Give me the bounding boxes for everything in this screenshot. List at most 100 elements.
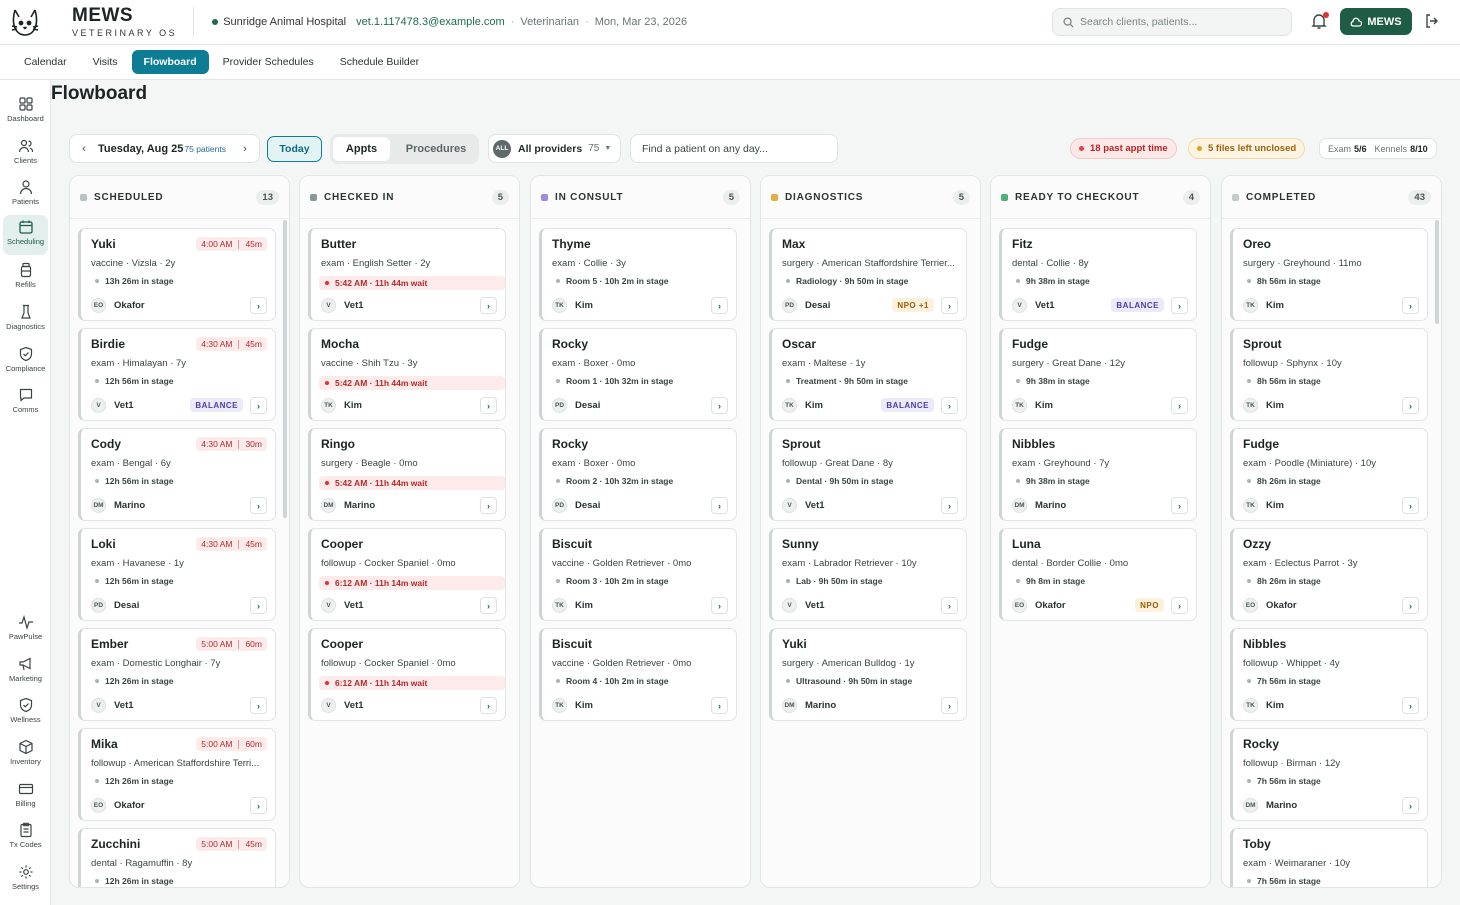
- patient-card[interactable]: Fitz dental · Collie · 8y 9h 38m in stage V…: [999, 228, 1197, 321]
- past-appt-alert[interactable]: 18 past appt time: [1070, 138, 1177, 159]
- open-card-chevron-right-icon[interactable]: ›: [711, 697, 728, 714]
- provider-select[interactable]: ALL All providers 75 ▼: [488, 134, 621, 163]
- open-card-chevron-right-icon[interactable]: ›: [711, 497, 728, 514]
- open-card-chevron-right-icon[interactable]: ›: [1171, 497, 1188, 514]
- patient-card[interactable]: Sunny exam · Labrador Retriever · 10y Lab …: [769, 528, 967, 621]
- patient-card[interactable]: Butter exam · English Setter · 2y 5:42 AM …: [308, 228, 506, 321]
- patient-card[interactable]: Yuki 4:00 AM 45m vaccine · Vizsla · 2y 13h 2…: [78, 228, 276, 321]
- patient-card[interactable]: Zucchini 5:00 AM 45m dental · Ragamuffin · …: [78, 828, 276, 887]
- patient-card[interactable]: Fudge exam · Poodle (Miniature) · 10y 8h 2…: [1230, 428, 1428, 521]
- patient-card[interactable]: Ozzy exam · Eclectus Parrot · 3y 8h 26m in…: [1230, 528, 1428, 621]
- unclosed-files-alert[interactable]: 5 files left unclosed: [1188, 138, 1306, 159]
- sidebar-item-settings[interactable]: Settings: [3, 860, 48, 898]
- open-card-chevron-right-icon[interactable]: ›: [941, 297, 958, 314]
- sidebar-item-clients[interactable]: Clients: [3, 134, 48, 172]
- notifications-bell-icon[interactable]: [1310, 12, 1330, 32]
- tab-visits[interactable]: Visits: [81, 50, 130, 74]
- open-card-chevron-right-icon[interactable]: ›: [250, 497, 267, 514]
- sidebar-item-tx-codes[interactable]: Tx Codes: [3, 818, 48, 856]
- sidebar-item-dashboard[interactable]: Dashboard: [3, 92, 48, 130]
- open-card-chevron-right-icon[interactable]: ›: [941, 597, 958, 614]
- patient-description: surgery · American Bulldog · 1y: [782, 658, 915, 669]
- mews-button[interactable]: MEWS: [1340, 8, 1412, 35]
- open-card-chevron-right-icon[interactable]: ›: [941, 497, 958, 514]
- open-card-chevron-right-icon[interactable]: ›: [1171, 297, 1188, 314]
- open-card-chevron-right-icon[interactable]: ›: [1171, 597, 1188, 614]
- open-card-chevron-right-icon[interactable]: ›: [250, 397, 267, 414]
- logout-icon[interactable]: [1424, 13, 1440, 34]
- patient-card[interactable]: Yuki surgery · American Bulldog · 1y Ultra…: [769, 628, 967, 721]
- sidebar-item-pawpulse[interactable]: PawPulse: [3, 610, 48, 648]
- tab-calendar[interactable]: Calendar: [12, 50, 79, 74]
- open-card-chevron-right-icon[interactable]: ›: [480, 597, 497, 614]
- prev-day-chevron-left-icon[interactable]: ‹: [70, 143, 98, 155]
- patient-card[interactable]: Rocky exam · Boxer · 0mo Room 2 · 10h 32m …: [539, 428, 737, 521]
- tab-schedule-builder[interactable]: Schedule Builder: [328, 50, 431, 74]
- sidebar-item-compliance[interactable]: Compliance: [3, 342, 48, 380]
- patient-card[interactable]: Sprout followup · Great Dane · 8y Dental ·…: [769, 428, 967, 521]
- patient-card[interactable]: Cooper followup · Cocker Spaniel · 0mo 6:1…: [308, 628, 506, 721]
- open-card-chevron-right-icon[interactable]: ›: [250, 797, 267, 814]
- patient-card[interactable]: Sprout followup · Sphynx · 10y 8h 56m in s…: [1230, 328, 1428, 421]
- column-scrollbar[interactable]: [1435, 220, 1439, 324]
- open-card-chevron-right-icon[interactable]: ›: [250, 697, 267, 714]
- tab-flowboard[interactable]: Flowboard: [131, 50, 209, 74]
- sidebar-item-patients[interactable]: Patients: [3, 175, 48, 213]
- open-card-chevron-right-icon[interactable]: ›: [941, 397, 958, 414]
- patient-card[interactable]: Nibbles followup · Whippet · 4y 7h 56m in …: [1230, 628, 1428, 721]
- sidebar-item-billing[interactable]: Billing: [3, 777, 48, 815]
- patient-card[interactable]: Biscuit vaccine · Golden Retriever · 0mo R…: [539, 628, 737, 721]
- open-card-chevron-right-icon[interactable]: ›: [250, 597, 267, 614]
- sidebar-item-wellness[interactable]: Wellness: [3, 693, 48, 731]
- sidebar-item-diagnostics[interactable]: Diagnostics: [3, 300, 48, 338]
- patient-card[interactable]: Thyme exam · Collie · 3y Room 5 · 10h 2m i…: [539, 228, 737, 321]
- patient-card[interactable]: Birdie 4:30 AM 45m exam · Himalayan · 7y 12h…: [78, 328, 276, 421]
- open-card-chevron-right-icon[interactable]: ›: [1402, 297, 1419, 314]
- procedures-toggle[interactable]: Procedures: [396, 137, 476, 161]
- sidebar-item-inventory[interactable]: Inventory: [3, 735, 48, 773]
- global-search-input[interactable]: Search clients, patients...: [1052, 8, 1292, 36]
- open-card-chevron-right-icon[interactable]: ›: [480, 497, 497, 514]
- open-card-chevron-right-icon[interactable]: ›: [1171, 397, 1188, 414]
- open-card-chevron-right-icon[interactable]: ›: [1402, 697, 1419, 714]
- patient-card[interactable]: Luna dental · Border Collie · 0mo 9h 8m in…: [999, 528, 1197, 621]
- sidebar-item-scheduling[interactable]: Scheduling: [3, 215, 48, 255]
- today-button[interactable]: Today: [267, 136, 322, 162]
- open-card-chevron-right-icon[interactable]: ›: [480, 297, 497, 314]
- patient-card[interactable]: Max surgery · American Staffordshire Terr…: [769, 228, 967, 321]
- patient-card[interactable]: Mika 5:00 AM 60m followup · American Staffo…: [78, 728, 276, 821]
- tab-provider-schedules[interactable]: Provider Schedules: [211, 50, 326, 74]
- patient-card[interactable]: Biscuit vaccine · Golden Retriever · 0mo R…: [539, 528, 737, 621]
- sidebar-item-comms[interactable]: Comms: [3, 383, 48, 421]
- find-patient-input[interactable]: Find a patient on any day...: [630, 134, 838, 163]
- open-card-chevron-right-icon[interactable]: ›: [1402, 797, 1419, 814]
- next-day-chevron-right-icon[interactable]: ›: [231, 143, 259, 155]
- patient-card[interactable]: Ringo surgery · Beagle · 0mo 5:42 AM · 11h…: [308, 428, 506, 521]
- patient-card[interactable]: Cooper followup · Cocker Spaniel · 0mo 6:1…: [308, 528, 506, 621]
- open-card-chevron-right-icon[interactable]: ›: [711, 597, 728, 614]
- open-card-chevron-right-icon[interactable]: ›: [711, 397, 728, 414]
- open-card-chevron-right-icon[interactable]: ›: [480, 697, 497, 714]
- open-card-chevron-right-icon[interactable]: ›: [1402, 397, 1419, 414]
- sidebar-item-marketing[interactable]: Marketing: [3, 652, 48, 690]
- open-card-chevron-right-icon[interactable]: ›: [480, 397, 497, 414]
- patient-card[interactable]: Rocky followup · Birman · 12y 7h 56m in st…: [1230, 728, 1428, 821]
- patient-card[interactable]: Cody 4:30 AM 30m exam · Bengal · 6y 12h 56m …: [78, 428, 276, 521]
- patient-card[interactable]: Oreo surgery · Greyhound · 11mo 8h 56m in …: [1230, 228, 1428, 321]
- appts-toggle[interactable]: Appts: [333, 137, 390, 161]
- patient-card[interactable]: Loki 4:30 AM 45m exam · Havanese · 1y 12h 56…: [78, 528, 276, 621]
- patient-card[interactable]: Nibbles exam · Greyhound · 7y 9h 38m in st…: [999, 428, 1197, 521]
- sidebar-item-refills[interactable]: Refills: [3, 258, 48, 296]
- patient-card[interactable]: Ember 5:00 AM 60m exam · Domestic Longhair …: [78, 628, 276, 721]
- patient-card[interactable]: Fudge surgery · Great Dane · 12y 9h 38m in…: [999, 328, 1197, 421]
- patient-card[interactable]: Rocky exam · Boxer · 0mo Room 1 · 10h 32m …: [539, 328, 737, 421]
- open-card-chevron-right-icon[interactable]: ›: [250, 297, 267, 314]
- open-card-chevron-right-icon[interactable]: ›: [711, 297, 728, 314]
- patient-card[interactable]: Oscar exam · Maltese · 1y Treatment · 9h 5…: [769, 328, 967, 421]
- patient-card[interactable]: Mocha vaccine · Shih Tzu · 3y 5:42 AM · 11…: [308, 328, 506, 421]
- column-scrollbar[interactable]: [283, 220, 287, 518]
- open-card-chevron-right-icon[interactable]: ›: [1402, 497, 1419, 514]
- open-card-chevron-right-icon[interactable]: ›: [941, 697, 958, 714]
- patient-card[interactable]: Toby exam · Weimaraner · 10y 7h 56m in sta…: [1230, 828, 1428, 887]
- open-card-chevron-right-icon[interactable]: ›: [1402, 597, 1419, 614]
